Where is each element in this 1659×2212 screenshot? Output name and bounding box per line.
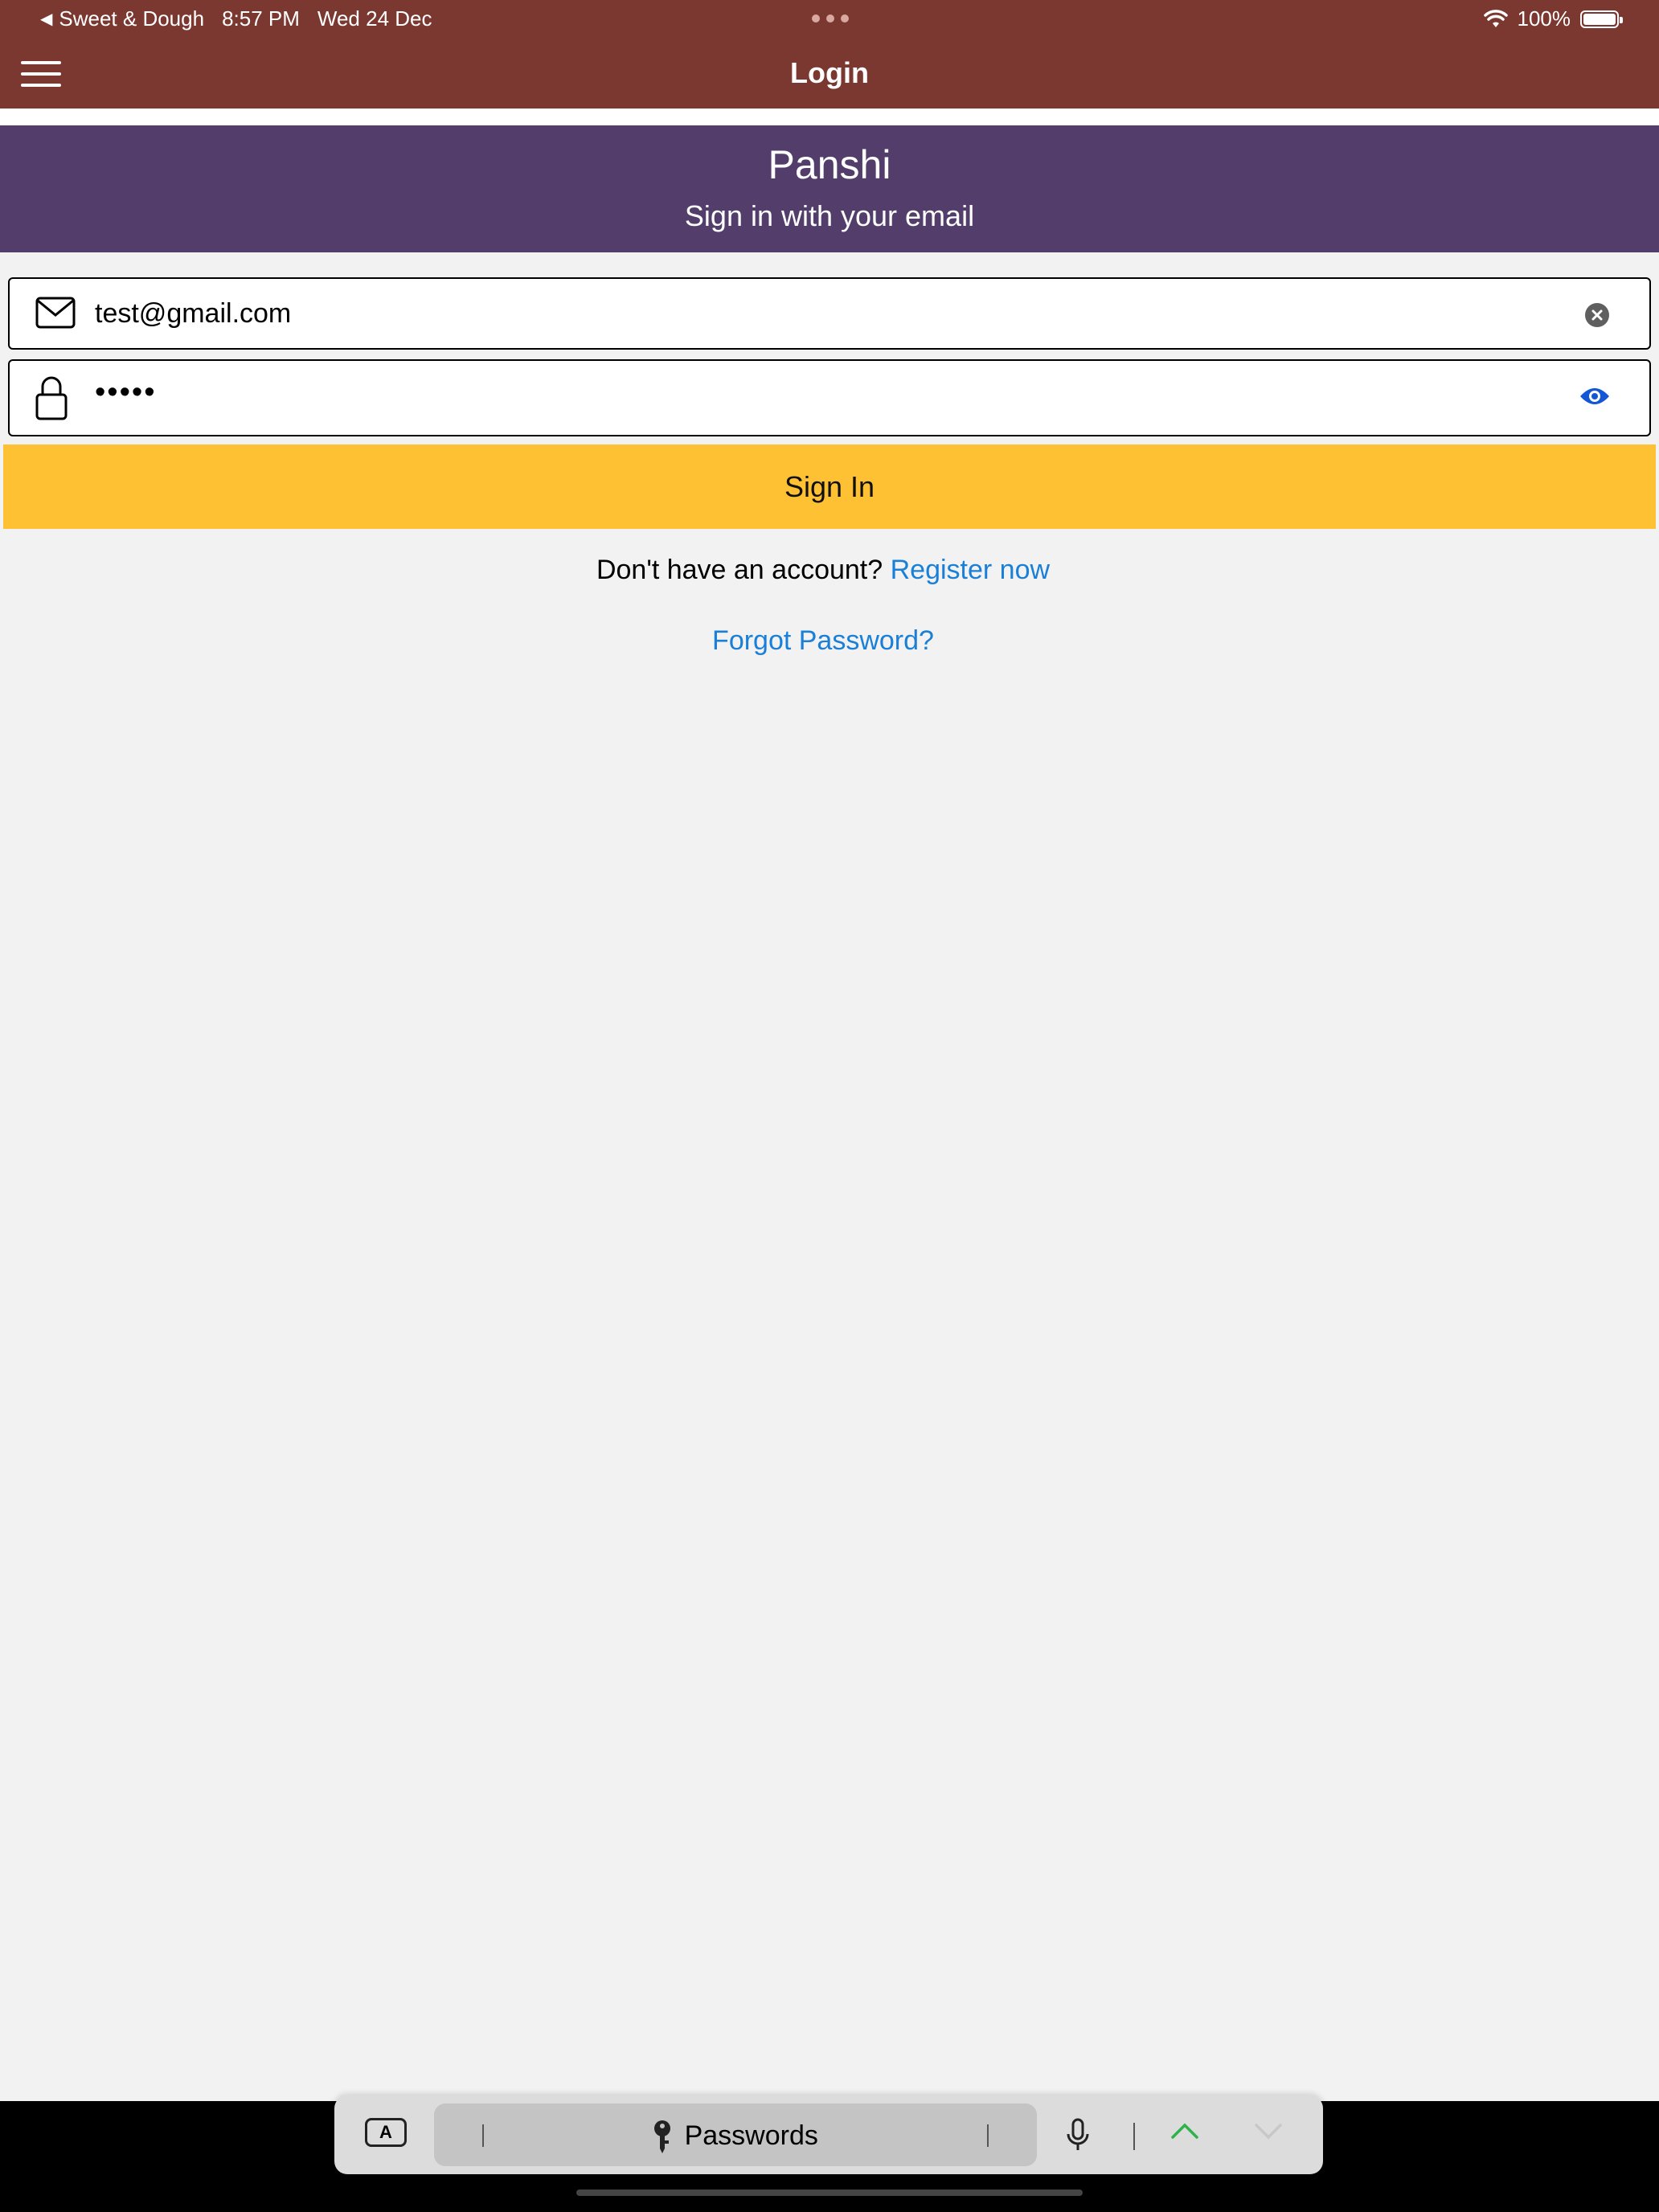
divider: [1133, 2123, 1135, 2150]
nav-divider: [0, 109, 1659, 125]
forgot-password-link[interactable]: Forgot Password?: [712, 625, 934, 656]
key-icon: [654, 2120, 671, 2153]
show-password-eye-icon[interactable]: [1579, 385, 1611, 408]
password-field[interactable]: •••••: [8, 359, 1651, 436]
password-input[interactable]: •••••: [95, 375, 157, 410]
register-now-link[interactable]: Register now: [891, 555, 1050, 585]
keyboard-toggle-button[interactable]: A: [365, 2118, 407, 2147]
status-right: 100%: [1483, 6, 1623, 31]
chevron-down-icon[interactable]: [1254, 2121, 1283, 2140]
no-account-text: Don't have an account?: [596, 555, 883, 585]
chevron-up-icon[interactable]: [1170, 2121, 1199, 2140]
page-title: Login: [790, 56, 869, 89]
email-field[interactable]: test@gmail.com: [8, 277, 1651, 350]
status-left: ◀ Sweet & Dough 8:57 PM Wed 24 Dec: [40, 6, 432, 31]
passwords-autofill-button[interactable]: Passwords: [434, 2103, 1037, 2166]
brand-title: Panshi: [768, 142, 891, 187]
battery-icon: [1580, 10, 1623, 28]
status-date: Wed 24 Dec: [317, 6, 432, 31]
multitasking-dots-icon[interactable]: [812, 14, 849, 23]
home-indicator[interactable]: [576, 2189, 1083, 2196]
brand-banner: Panshi Sign in with your email: [0, 125, 1659, 252]
clear-input-icon[interactable]: [1585, 303, 1609, 327]
email-input[interactable]: test@gmail.com: [95, 298, 291, 330]
status-time: 8:57 PM: [222, 6, 300, 31]
lock-icon: [35, 376, 68, 420]
status-bar: ◀ Sweet & Dough 8:57 PM Wed 24 Dec 100%: [0, 0, 1659, 39]
back-arrow-icon[interactable]: ◀: [40, 9, 52, 29]
sign-in-button[interactable]: Sign In: [3, 444, 1656, 529]
microphone-icon[interactable]: [1066, 2118, 1090, 2153]
register-prompt: Don't have an account? Register now: [0, 555, 1646, 586]
envelope-icon: [35, 297, 76, 329]
banner-subtitle: Sign in with your email: [684, 199, 975, 232]
battery-percent: 100%: [1517, 6, 1571, 31]
passwords-label-wrap: Passwords: [434, 2120, 1037, 2155]
wifi-icon: [1483, 9, 1508, 27]
back-app-label[interactable]: Sweet & Dough: [59, 6, 204, 31]
passwords-label: Passwords: [684, 2120, 818, 2151]
forgot-password-row: Forgot Password?: [0, 625, 1646, 657]
keyboard-toolbar: A Passwords: [334, 2095, 1323, 2174]
divider: [987, 2124, 989, 2147]
nav-bar: Login: [0, 39, 1659, 109]
